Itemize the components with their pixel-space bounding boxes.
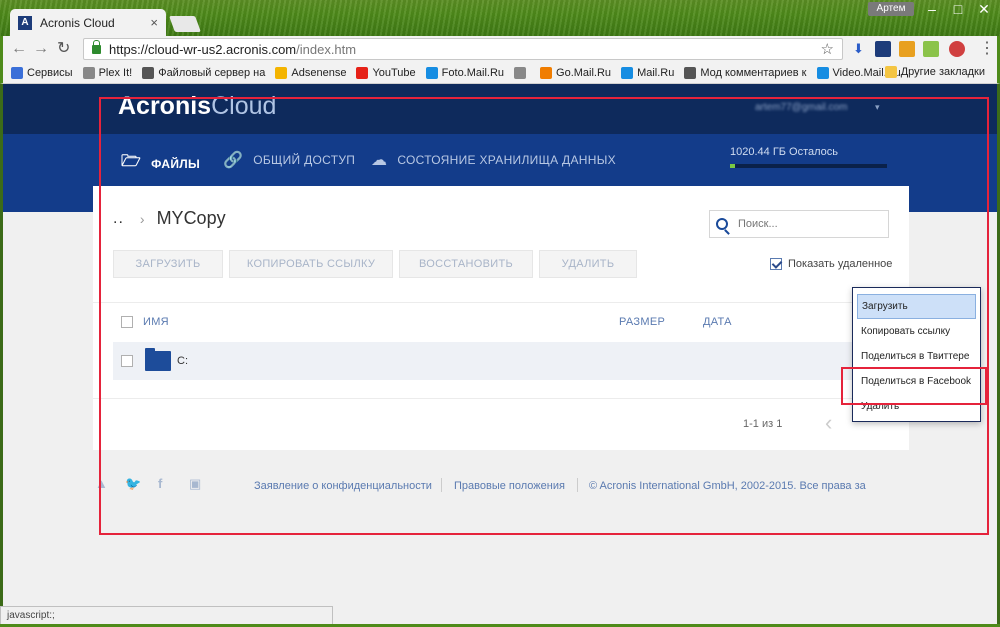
bookmark-item[interactable]: Сервисы xyxy=(11,66,73,79)
bookmark-label: YouTube xyxy=(372,66,416,79)
lock-icon xyxy=(92,39,101,54)
page-icon xyxy=(82,66,95,79)
close-window-icon[interactable]: ✕ xyxy=(970,0,998,18)
extension-off-icon[interactable] xyxy=(949,41,965,57)
profile-button[interactable]: Артем xyxy=(868,2,914,16)
reload-icon[interactable]: ↻ xyxy=(57,40,70,58)
portrait-icon xyxy=(684,66,697,79)
bookmark-item[interactable]: Mail.Ru xyxy=(621,66,675,79)
bookmark-label: Сервисы xyxy=(27,66,73,79)
bookmark-item[interactable]: Adsenense xyxy=(275,66,347,79)
tab-title: Acronis Cloud xyxy=(40,15,115,30)
bookmark-item[interactable]: YouTube xyxy=(356,66,416,79)
adsense-icon xyxy=(275,66,288,79)
bookmark-label: Файловый сервер на xyxy=(158,66,266,79)
bookmark-star-icon[interactable]: ☆ xyxy=(821,40,834,58)
other-bookmarks[interactable]: Другие закладки xyxy=(884,66,985,78)
bookmark-label: Мод комментариев к xyxy=(700,66,807,79)
bookmark-label: Plex It! xyxy=(98,66,133,79)
mailru-icon xyxy=(425,66,438,79)
bookmark-item[interactable]: Go.Mail.Ru xyxy=(540,66,612,79)
extension-puzzle-icon[interactable] xyxy=(899,41,915,57)
search-bm-icon xyxy=(540,66,553,79)
new-tab-button[interactable] xyxy=(169,16,201,32)
highlight-frame-menu-item xyxy=(841,367,987,405)
bookmark-item[interactable] xyxy=(514,66,530,79)
bookmark-label: Mail.Ru xyxy=(637,66,675,79)
acronis-favicon-icon: A xyxy=(18,15,32,30)
page-icon xyxy=(514,66,527,79)
extension-counter-icon[interactable] xyxy=(875,41,891,57)
bookmark-item[interactable]: Файловый сервер на xyxy=(142,66,266,79)
bookmark-item[interactable]: Foto.Mail.Ru xyxy=(425,66,505,79)
forward-icon[interactable]: → xyxy=(33,40,49,58)
youtube-icon xyxy=(356,66,369,79)
address-bar[interactable]: https://cloud-wr-us2.acronis.com /index.… xyxy=(83,38,843,60)
maximize-icon[interactable]: □ xyxy=(944,0,972,18)
apps-icon xyxy=(11,66,23,79)
bookmark-item[interactable]: Мод комментариев к xyxy=(684,66,807,79)
bookmarks-bar: Сервисы Plex It! Файловый сервер на Adsenen… xyxy=(0,62,1000,84)
extension-arrow-icon[interactable]: ⬇ xyxy=(853,41,869,57)
browser-titlebar: A Acronis Cloud × Артем – □ ✕ xyxy=(0,0,1000,36)
tab-close-icon[interactable]: × xyxy=(150,15,158,30)
menu-kebab-icon[interactable]: ⋮ xyxy=(979,40,995,58)
extension-leaf-icon[interactable] xyxy=(923,41,939,57)
bookmark-item[interactable]: Plex It! xyxy=(82,66,133,79)
browser-tab[interactable]: A Acronis Cloud × xyxy=(10,9,166,36)
url-path: /index.htm xyxy=(296,41,357,57)
bookmark-label: Foto.Mail.Ru xyxy=(441,66,505,79)
bookmark-label: Go.Mail.Ru xyxy=(556,66,612,79)
portrait-icon xyxy=(142,66,155,79)
minimize-icon[interactable]: – xyxy=(918,0,946,18)
url-host: https://cloud-wr-us2.acronis.com xyxy=(109,41,297,57)
bookmark-label: Adsenense xyxy=(291,66,347,79)
other-bookmarks-label: Другие закладки xyxy=(900,66,985,78)
status-bar: javascript:; xyxy=(0,606,333,624)
mailru-icon xyxy=(816,66,829,79)
back-icon[interactable]: ← xyxy=(11,40,27,58)
mail-icon xyxy=(621,66,634,79)
browser-toolbar: ← → ↻ https://cloud-wr-us2.acronis.com /… xyxy=(0,36,1000,62)
folder-icon xyxy=(884,66,897,78)
highlight-frame xyxy=(99,97,989,535)
